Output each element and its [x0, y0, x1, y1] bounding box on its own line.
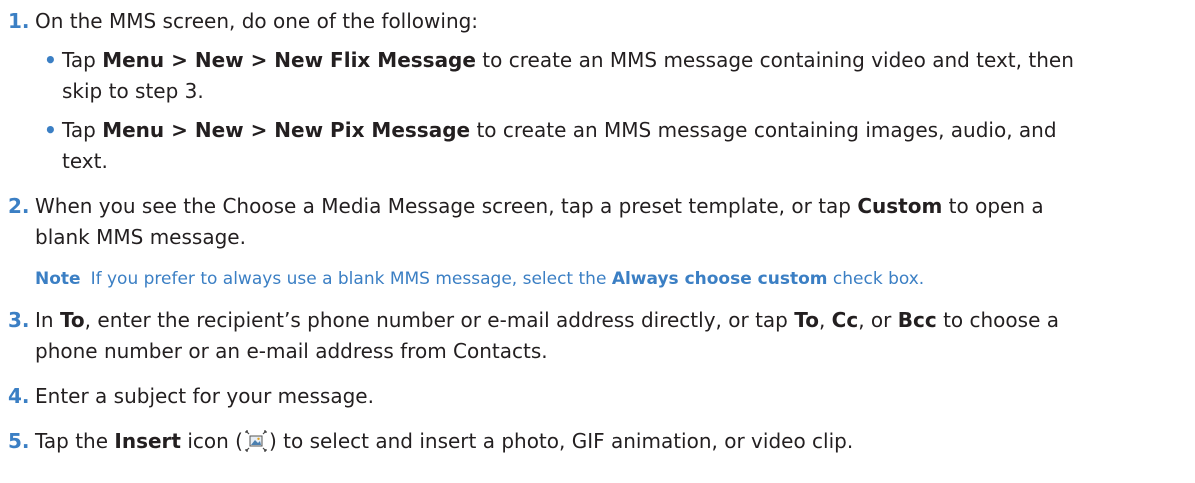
insert-media-icon — [245, 430, 267, 452]
step-bold: To — [794, 308, 819, 332]
step-number: 5. — [8, 429, 30, 453]
bullet-line-1: Tap Menu > New > New Flix Message to cre… — [62, 45, 1195, 76]
step-text: On the MMS screen, do one of the followi… — [35, 9, 479, 33]
step-text: to open a — [942, 194, 1044, 218]
bullet-dot: • — [44, 118, 57, 142]
step-text: to choose a — [936, 308, 1059, 332]
note-bold: Always choose custom — [611, 269, 828, 289]
step-3: 3. In To, enter the recipient’s phone nu… — [0, 305, 1195, 367]
bullet-item: • Tap Menu > New > New Pix Message to cr… — [38, 115, 1195, 177]
step-number: 4. — [8, 384, 30, 408]
note-text: check box. — [827, 269, 925, 289]
step-text: ) to select and insert a photo, GIF anim… — [268, 429, 854, 453]
step-text: Tap the — [35, 429, 115, 453]
step-2: 2. When you see the Choose a Media Messa… — [0, 191, 1195, 253]
step-line-2: blank MMS message. — [35, 225, 246, 249]
step-line-1: In To, enter the recipient’s phone numbe… — [35, 305, 1195, 336]
step-text: Enter a subject for your message. — [35, 384, 374, 408]
note-text: If you prefer to always use a blank MMS … — [90, 269, 612, 289]
step-text: icon ( — [180, 429, 243, 453]
step-number: 3. — [8, 308, 30, 332]
bullet-line-2: text. — [62, 149, 108, 173]
step-4: 4. Enter a subject for your message. — [0, 381, 1195, 412]
step-line-1: When you see the Choose a Media Message … — [35, 191, 1195, 222]
document: 1. On the MMS screen, do one of the foll… — [0, 0, 1195, 457]
note-label: Note — [35, 269, 81, 289]
bullet-bold: Menu > New > New Pix Message — [102, 118, 471, 142]
bullet-text: Tap — [62, 48, 103, 72]
step-bold: Insert — [114, 429, 181, 453]
bullet-line-1: Tap Menu > New > New Pix Message to crea… — [62, 115, 1195, 146]
step-text: , or — [858, 308, 898, 332]
step-text: When you see the Choose a Media Message … — [35, 194, 858, 218]
step-number: 1. — [8, 9, 30, 33]
step-text: In — [35, 308, 60, 332]
bullet-text: to create an MMS message containing imag… — [470, 118, 1057, 142]
bullet-dot: • — [44, 48, 57, 72]
step-5: 5. Tap the Insert icon ( ) to select and… — [0, 426, 1195, 457]
bullet-item: • Tap Menu > New > New Flix Message to c… — [38, 45, 1195, 107]
step-number: 2. — [8, 194, 30, 218]
bullet-line-2: skip to step 3. — [62, 79, 204, 103]
step-line-2: phone number or an e-mail address from C… — [35, 339, 548, 363]
step-bold: To — [59, 308, 85, 332]
step-text: , — [818, 308, 832, 332]
bullet-list: • Tap Menu > New > New Flix Message to c… — [38, 45, 1195, 177]
step-bold: Bcc — [897, 308, 937, 332]
bullet-text: to create an MMS message containing vide… — [475, 48, 1074, 72]
step-bold: Cc — [831, 308, 859, 332]
bullet-bold: Menu > New > New Flix Message — [102, 48, 476, 72]
note: Note If you prefer to always use a blank … — [35, 267, 1195, 291]
bullet-text: Tap — [62, 118, 103, 142]
step-bold: Custom — [857, 194, 943, 218]
step-text: , enter the recipient’s phone number or … — [84, 308, 795, 332]
step-1: 1. On the MMS screen, do one of the foll… — [0, 6, 1195, 37]
